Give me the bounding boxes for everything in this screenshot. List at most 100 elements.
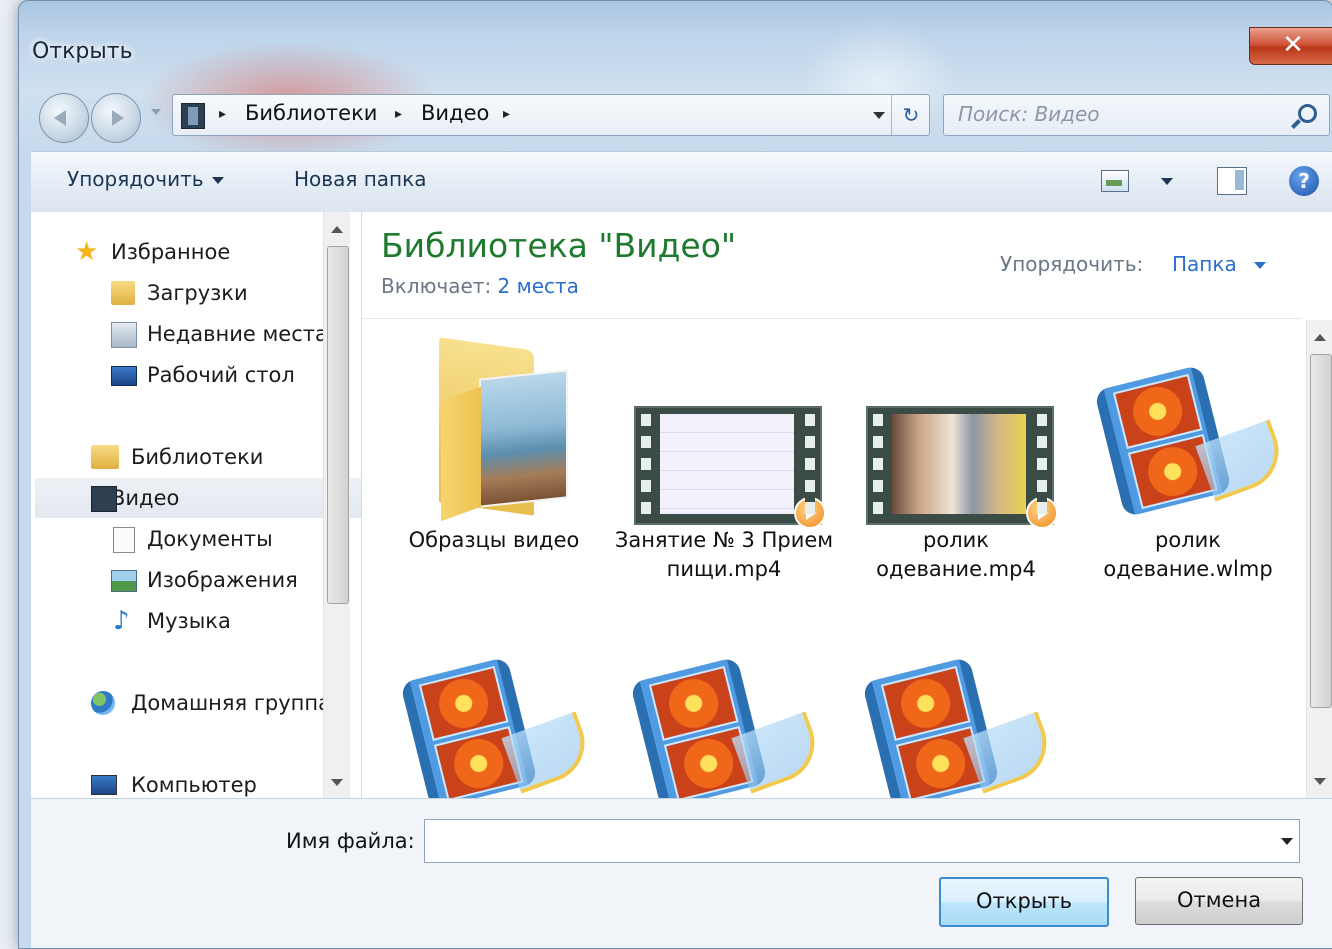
change-view-icon[interactable] [1101, 170, 1129, 192]
nav-item-recent-places[interactable]: Недавние места [111, 314, 328, 354]
nav-item-label: Недавние места [147, 322, 328, 346]
movie-maker-icon [861, 656, 1058, 810]
view-options-dropdown-icon[interactable] [1161, 178, 1173, 185]
nav-item-video[interactable]: Видео [35, 478, 361, 518]
nav-item-label: Музыка [147, 609, 231, 633]
breadcrumb-libraries[interactable]: Библиотеки [245, 101, 377, 125]
open-file-dialog: Открыть ✕ ▸ Библиотеки ▸ Видео ▸ ↻ Поиск… [18, 0, 1332, 949]
nav-item-label: Документы [147, 527, 273, 551]
refresh-button[interactable]: ↻ [891, 95, 930, 135]
nav-item-label: Библиотеки [131, 445, 264, 469]
breadcrumb-separator[interactable]: ▸ [503, 106, 510, 122]
address-bar[interactable]: ▸ Библиотеки ▸ Видео ▸ ↻ [172, 94, 930, 136]
video-library-icon [91, 486, 117, 512]
chevron-down-icon[interactable] [1254, 262, 1266, 269]
nav-item-documents[interactable]: Документы [111, 519, 273, 559]
video-frame [892, 414, 1026, 514]
filename-label: Имя файла: [286, 829, 415, 853]
scroll-up-icon[interactable] [331, 226, 343, 233]
forward-button[interactable] [91, 93, 141, 143]
navigation-scrollbar[interactable] [323, 212, 350, 798]
scrollbar-thumb[interactable] [327, 246, 349, 604]
video-thumbnail [866, 406, 1058, 529]
nav-item-favorites[interactable]: ★ Избранное [75, 232, 230, 272]
libraries-folder-icon [91, 445, 119, 469]
nav-item-computer[interactable]: Компьютер [91, 765, 257, 798]
scrollbar-thumb[interactable] [1310, 354, 1332, 708]
nav-item-label: Загрузки [147, 281, 248, 305]
file-item-movie-maker-project[interactable] [846, 652, 1066, 810]
file-list-pane: Библиотека "Видео" Включает: 2 места Упо… [362, 212, 1332, 810]
images-icon [111, 570, 137, 592]
file-item-sample-videos-folder[interactable]: Образцы видео [384, 334, 604, 604]
organize-label: Упорядочить [67, 167, 204, 191]
nav-item-label: Избранное [111, 240, 231, 264]
nav-item-label: Рабочий стол [147, 363, 295, 387]
divider [362, 318, 1302, 319]
documents-icon [113, 527, 135, 553]
filename-input[interactable] [424, 819, 1300, 863]
back-button[interactable] [39, 93, 89, 143]
video-frame [660, 414, 794, 514]
nav-item-images[interactable]: Изображения [111, 560, 298, 600]
file-name: ролик одевание.mp4 [876, 528, 1036, 581]
breadcrumb-video[interactable]: Видео [421, 101, 489, 125]
file-name: ролик одевание.wlmp [1103, 528, 1273, 581]
command-bar: Упорядочить Новая папка ? [31, 151, 1332, 213]
nav-item-downloads[interactable]: Загрузки [111, 273, 248, 313]
homegroup-icon [91, 691, 115, 715]
nav-item-music[interactable]: ♪ Музыка [111, 601, 231, 641]
cancel-button[interactable]: Отмена [1135, 877, 1303, 925]
search-box[interactable]: Поиск: Видео [943, 94, 1330, 136]
scroll-up-icon[interactable] [1314, 334, 1326, 341]
video-thumbnail [634, 406, 826, 529]
breadcrumb-separator[interactable]: ▸ [395, 106, 402, 122]
music-note-icon: ♪ [113, 606, 130, 636]
file-item-video-mp4[interactable]: Занятие № 3 Прием пищи.mp4 [614, 334, 834, 624]
file-item-movie-maker-project[interactable]: ролик одевание.wlmp [1078, 334, 1298, 604]
open-button[interactable]: Открыть [939, 877, 1109, 927]
file-item-video-mp4[interactable]: ролик одевание.mp4 [846, 334, 1066, 604]
window-title: Открыть [32, 39, 133, 64]
recent-pages-dropdown[interactable] [151, 109, 161, 115]
close-button[interactable]: ✕ [1249, 27, 1332, 65]
nav-item-label: Компьютер [131, 773, 257, 797]
file-name: Образцы видео [408, 528, 580, 552]
nav-item-homegroup[interactable]: Домашняя группа [91, 683, 331, 723]
play-icon [794, 497, 826, 529]
library-includes: Включает: 2 места [381, 274, 579, 298]
arrange-by-dropdown[interactable]: Папка [1172, 252, 1237, 276]
new-folder-button[interactable]: Новая папка [294, 167, 426, 191]
file-item-movie-maker-project[interactable] [384, 652, 604, 810]
search-icon[interactable] [1298, 104, 1317, 123]
search-placeholder[interactable]: Поиск: Видео [958, 102, 1100, 126]
movie-maker-icon [1093, 364, 1290, 518]
nav-item-label: Изображения [147, 568, 298, 592]
arrange-by-label: Упорядочить: [1000, 252, 1144, 276]
play-icon [1026, 497, 1058, 529]
library-title: Библиотека "Видео" [381, 226, 737, 265]
movie-maker-icon [399, 656, 596, 810]
file-list-scrollbar[interactable] [1306, 320, 1332, 798]
help-icon[interactable]: ? [1289, 166, 1319, 196]
movie-maker-icon [629, 656, 826, 810]
breadcrumb-separator[interactable]: ▸ [219, 106, 226, 122]
downloads-folder-icon [111, 281, 135, 305]
file-name: Занятие № 3 Прием пищи.mp4 [614, 528, 834, 581]
scroll-down-icon[interactable] [331, 779, 343, 786]
address-dropdown-icon[interactable] [873, 112, 885, 119]
folder-icon [439, 334, 568, 522]
nav-item-label: Видео [111, 486, 180, 510]
nav-item-libraries[interactable]: Библиотеки [91, 437, 263, 477]
includes-locations-link[interactable]: 2 места [498, 274, 579, 298]
organize-button[interactable]: Упорядочить [67, 167, 224, 191]
nav-item-label: Домашняя группа [131, 691, 331, 715]
preview-pane-icon[interactable] [1217, 167, 1247, 195]
nav-item-desktop[interactable]: Рабочий стол [111, 355, 295, 395]
computer-icon [91, 775, 117, 795]
filename-dropdown-icon[interactable] [1281, 838, 1293, 845]
file-item-movie-maker-project[interactable] [614, 652, 834, 810]
scroll-down-icon[interactable] [1314, 778, 1326, 785]
folder-front [441, 386, 481, 522]
star-icon: ★ [75, 237, 99, 267]
